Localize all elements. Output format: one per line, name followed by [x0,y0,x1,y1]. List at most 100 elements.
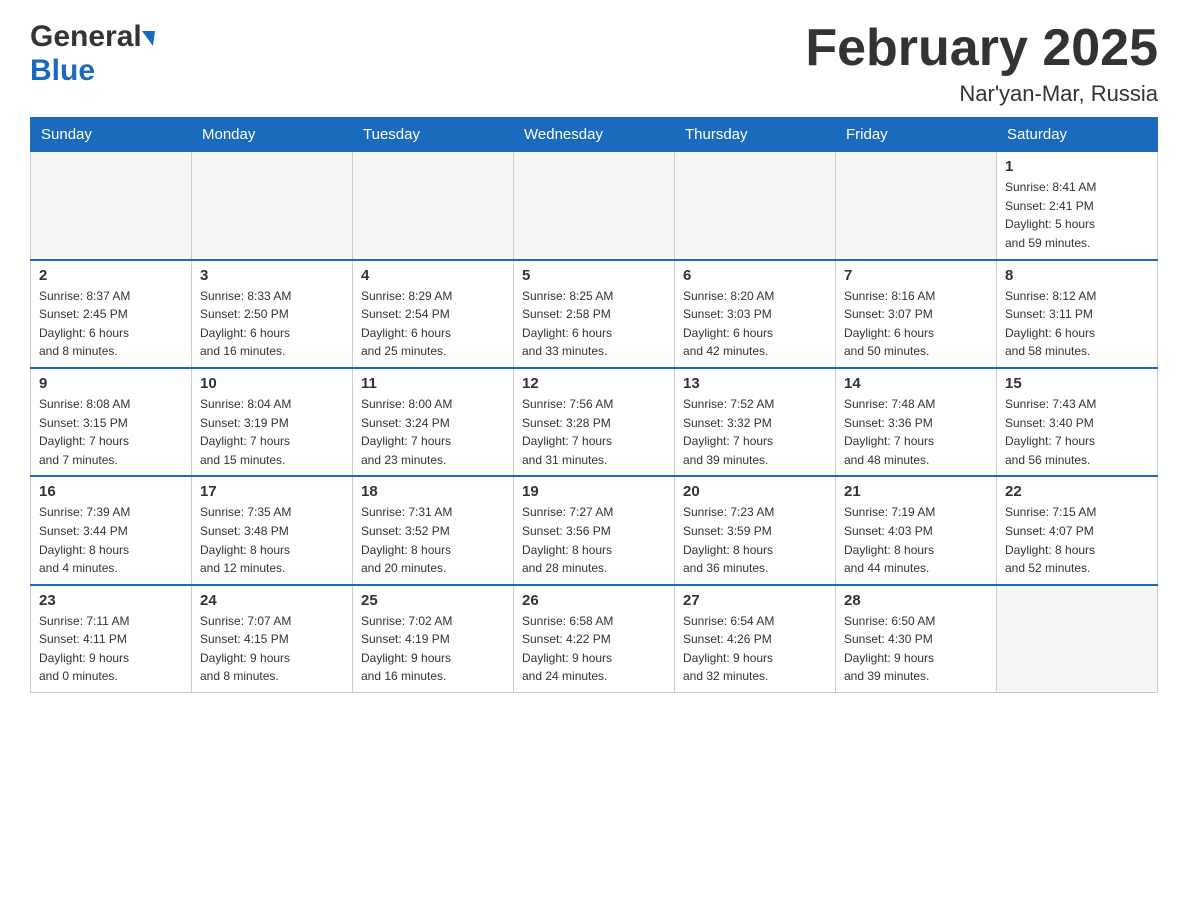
page: General Blue February 2025 Nar'yan-Mar, … [0,0,1188,723]
col-tuesday: Tuesday [353,118,514,152]
col-sunday: Sunday [31,118,192,152]
month-title: February 2025 [805,20,1158,77]
calendar-cell: 14Sunrise: 7:48 AMSunset: 3:36 PMDayligh… [836,368,997,476]
day-info: Sunrise: 7:07 AMSunset: 4:15 PMDaylight:… [200,612,344,686]
calendar-cell: 28Sunrise: 6:50 AMSunset: 4:30 PMDayligh… [836,585,997,693]
calendar-cell: 1 Sunrise: 8:41 AMSunset: 2:41 PMDaylight… [997,152,1158,260]
day-info: Sunrise: 8:29 AMSunset: 2:54 PMDaylight:… [361,287,505,361]
day-number: 18 [361,483,505,500]
day-info: Sunrise: 7:15 AMSunset: 4:07 PMDaylight:… [1005,503,1149,577]
calendar-cell: 6 Sunrise: 8:20 AMSunset: 3:03 PMDaylight… [675,260,836,368]
calendar-week-row: 9 Sunrise: 8:08 AMSunset: 3:15 PMDaylight… [31,368,1158,476]
calendar-cell: 7 Sunrise: 8:16 AMSunset: 3:07 PMDaylight… [836,260,997,368]
days-header-row: Sunday Monday Tuesday Wednesday Thursday… [31,118,1158,152]
calendar-cell: 13 Sunrise: 7:52 AMSunset: 3:32 PMDayligh… [675,368,836,476]
day-info: Sunrise: 8:16 AMSunset: 3:07 PMDaylight:… [844,287,988,361]
calendar-cell: 5 Sunrise: 8:25 AMSunset: 2:58 PMDaylight… [514,260,675,368]
day-info: Sunrise: 7:19 AMSunset: 4:03 PMDaylight:… [844,503,988,577]
day-number: 1 [1005,158,1149,175]
day-number: 13 [683,375,827,392]
calendar-cell: 10 Sunrise: 8:04 AMSunset: 3:19 PMDayligh… [192,368,353,476]
day-info: Sunrise: 8:08 AMSunset: 3:15 PMDaylight:… [39,395,183,469]
day-info: Sunrise: 7:39 AMSunset: 3:44 PMDaylight:… [39,503,183,577]
day-number: 25 [361,592,505,609]
calendar-cell: 4 Sunrise: 8:29 AMSunset: 2:54 PMDaylight… [353,260,514,368]
day-number: 15 [1005,375,1149,392]
calendar-cell: 15 Sunrise: 7:43 AMSunset: 3:40 PMDayligh… [997,368,1158,476]
day-number: 7 [844,267,988,284]
col-friday: Friday [836,118,997,152]
calendar-cell: 24 Sunrise: 7:07 AMSunset: 4:15 PMDayligh… [192,585,353,693]
logo: General Blue [30,20,155,88]
calendar-cell: 21 Sunrise: 7:19 AMSunset: 4:03 PMDayligh… [836,476,997,584]
calendar-cell: 3 Sunrise: 8:33 AMSunset: 2:50 PMDaylight… [192,260,353,368]
calendar-week-row: 1 Sunrise: 8:41 AMSunset: 2:41 PMDaylight… [31,152,1158,260]
calendar-body: 1 Sunrise: 8:41 AMSunset: 2:41 PMDaylight… [31,152,1158,693]
calendar-cell: 16 Sunrise: 7:39 AMSunset: 3:44 PMDayligh… [31,476,192,584]
calendar-cell: 11 Sunrise: 8:00 AMSunset: 3:24 PMDayligh… [353,368,514,476]
calendar: Sunday Monday Tuesday Wednesday Thursday… [30,117,1158,693]
day-info: Sunrise: 8:33 AMSunset: 2:50 PMDaylight:… [200,287,344,361]
day-info: Sunrise: 7:56 AMSunset: 3:28 PMDaylight:… [522,395,666,469]
logo-blue: Blue [30,54,95,88]
day-number: 16 [39,483,183,500]
day-number: 24 [200,592,344,609]
day-number: 22 [1005,483,1149,500]
col-saturday: Saturday [997,118,1158,152]
title-section: February 2025 Nar'yan-Mar, Russia [805,20,1158,107]
calendar-week-row: 16 Sunrise: 7:39 AMSunset: 3:44 PMDayligh… [31,476,1158,584]
calendar-cell: 18 Sunrise: 7:31 AMSunset: 3:52 PMDayligh… [353,476,514,584]
day-info: Sunrise: 8:12 AMSunset: 3:11 PMDaylight:… [1005,287,1149,361]
day-number: 5 [522,267,666,284]
calendar-cell [675,152,836,260]
day-number: 21 [844,483,988,500]
calendar-cell: 26 Sunrise: 6:58 AMSunset: 4:22 PMDayligh… [514,585,675,693]
calendar-cell: 8 Sunrise: 8:12 AMSunset: 3:11 PMDaylight… [997,260,1158,368]
day-info: Sunrise: 8:00 AMSunset: 3:24 PMDaylight:… [361,395,505,469]
day-info: Sunrise: 8:04 AMSunset: 3:19 PMDaylight:… [200,395,344,469]
day-info: Sunrise: 8:20 AMSunset: 3:03 PMDaylight:… [683,287,827,361]
day-info: Sunrise: 7:02 AMSunset: 4:19 PMDaylight:… [361,612,505,686]
day-info: Sunrise: 8:37 AMSunset: 2:45 PMDaylight:… [39,287,183,361]
day-info: Sunrise: 7:27 AMSunset: 3:56 PMDaylight:… [522,503,666,577]
location: Nar'yan-Mar, Russia [805,81,1158,107]
day-number: 12 [522,375,666,392]
day-info: Sunrise: 7:43 AMSunset: 3:40 PMDaylight:… [1005,395,1149,469]
calendar-week-row: 23 Sunrise: 7:11 AMSunset: 4:11 PMDayligh… [31,585,1158,693]
day-number: 4 [361,267,505,284]
day-number: 28 [844,592,988,609]
day-number: 19 [522,483,666,500]
day-info: Sunrise: 7:31 AMSunset: 3:52 PMDaylight:… [361,503,505,577]
calendar-cell: 23 Sunrise: 7:11 AMSunset: 4:11 PMDayligh… [31,585,192,693]
logo-triangle-icon [142,31,155,46]
day-info: Sunrise: 7:11 AMSunset: 4:11 PMDaylight:… [39,612,183,686]
day-info: Sunrise: 7:35 AMSunset: 3:48 PMDaylight:… [200,503,344,577]
day-info: Sunrise: 7:23 AMSunset: 3:59 PMDaylight:… [683,503,827,577]
calendar-cell: 22 Sunrise: 7:15 AMSunset: 4:07 PMDayligh… [997,476,1158,584]
day-info: Sunrise: 8:41 AMSunset: 2:41 PMDaylight:… [1005,178,1149,252]
day-info: Sunrise: 6:54 AMSunset: 4:26 PMDaylight:… [683,612,827,686]
day-info: Sunrise: 8:25 AMSunset: 2:58 PMDaylight:… [522,287,666,361]
day-number: 26 [522,592,666,609]
calendar-cell [836,152,997,260]
calendar-cell: 2Sunrise: 8:37 AMSunset: 2:45 PMDaylight… [31,260,192,368]
calendar-cell [514,152,675,260]
calendar-cell [353,152,514,260]
calendar-cell: 19 Sunrise: 7:27 AMSunset: 3:56 PMDayligh… [514,476,675,584]
day-number: 23 [39,592,183,609]
day-number: 9 [39,375,183,392]
col-thursday: Thursday [675,118,836,152]
calendar-cell: 20Sunrise: 7:23 AMSunset: 3:59 PMDayligh… [675,476,836,584]
header: General Blue February 2025 Nar'yan-Mar, … [30,20,1158,107]
day-number: 3 [200,267,344,284]
day-info: Sunrise: 6:58 AMSunset: 4:22 PMDaylight:… [522,612,666,686]
day-info: Sunrise: 7:48 AMSunset: 3:36 PMDaylight:… [844,395,988,469]
day-number: 8 [1005,267,1149,284]
day-number: 11 [361,375,505,392]
col-wednesday: Wednesday [514,118,675,152]
calendar-week-row: 2Sunrise: 8:37 AMSunset: 2:45 PMDaylight… [31,260,1158,368]
day-number: 6 [683,267,827,284]
day-info: Sunrise: 7:52 AMSunset: 3:32 PMDaylight:… [683,395,827,469]
calendar-cell [31,152,192,260]
day-number: 10 [200,375,344,392]
